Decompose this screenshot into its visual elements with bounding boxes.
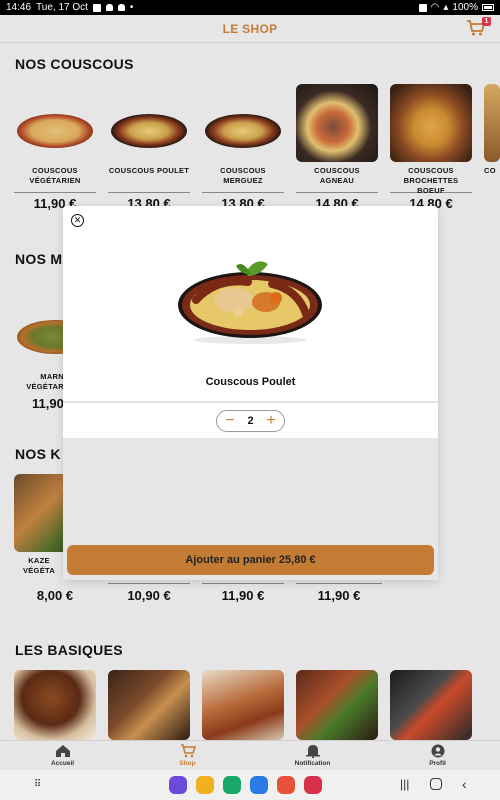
cart-icon xyxy=(180,744,196,758)
product-image xyxy=(14,290,64,368)
product-price-k2: 10,90 € xyxy=(127,588,171,603)
product-image xyxy=(14,670,96,740)
gallery-notification-icon xyxy=(92,3,101,12)
section-title-couscous: NOS COUSCOUS xyxy=(15,56,134,72)
product-card-couscous-merguez[interactable]: COUSCOUS MERGUEZ 13,80 € xyxy=(202,84,284,211)
nav-item-notification[interactable]: Notification xyxy=(250,741,375,770)
nav-label: Profil xyxy=(429,760,446,767)
product-price-kaze: 8,00 € xyxy=(36,588,74,603)
nav-item-shop[interactable]: Shop xyxy=(125,741,250,770)
product-card-basics-1[interactable] xyxy=(14,670,96,740)
notification-icon xyxy=(105,4,113,11)
back-icon[interactable]: ‹ xyxy=(462,776,467,792)
cart-button[interactable]: 1 xyxy=(466,17,491,39)
product-card-basics-5[interactable] xyxy=(390,670,472,740)
couscous-plate-icon xyxy=(178,261,322,344)
phone-app-icon[interactable] xyxy=(223,776,241,794)
dish-image xyxy=(176,250,324,346)
product-image xyxy=(390,84,472,162)
bell-icon xyxy=(305,745,320,758)
add-to-cart-button[interactable]: Ajouter au panier 25,80 € xyxy=(67,545,434,575)
wifi-icon: ◠ xyxy=(430,2,440,13)
nav-item-accueil[interactable]: Accueil xyxy=(0,741,125,770)
product-name: CO xyxy=(484,166,496,175)
battery-level: 100% xyxy=(452,2,478,13)
status-time: 14:46 xyxy=(6,2,32,13)
product-card-couscous-agneau[interactable]: COUSCOUS AGNEAU 14,80 € xyxy=(296,84,378,211)
nav-label: Shop xyxy=(179,760,196,767)
home-icon xyxy=(55,745,70,757)
files-app-icon[interactable] xyxy=(196,776,214,794)
dock-apps xyxy=(169,776,322,794)
bottom-nav: Accueil Shop Notification Profil xyxy=(0,740,500,770)
product-image xyxy=(296,670,378,740)
product-image xyxy=(202,670,284,740)
product-name: COUSCOUS MERGUEZ xyxy=(220,166,266,185)
signal-icon: ▴ xyxy=(443,2,449,13)
contacts-app-icon[interactable] xyxy=(277,776,295,794)
product-image xyxy=(390,670,472,740)
product-image xyxy=(14,84,96,162)
product-name: COUSCOUS AGNEAU xyxy=(314,166,360,185)
section-title-basics: LES BASIQUES xyxy=(15,642,123,658)
product-image xyxy=(108,84,190,162)
cart-count-badge: 1 xyxy=(482,17,491,26)
product-name: KAZE VÉGÉTA xyxy=(22,556,56,575)
notification-icon-2 xyxy=(117,4,125,11)
quantity-stepper: − 2 + xyxy=(216,410,285,432)
product-price-k3: 11,90 € xyxy=(221,588,265,603)
product-card-basics-4[interactable] xyxy=(296,670,378,740)
decrease-quantity-button[interactable]: − xyxy=(223,413,237,429)
status-date: Tue, 17 Oct xyxy=(36,2,88,13)
increase-quantity-button[interactable]: + xyxy=(264,413,278,429)
section-title-second: NOS M xyxy=(15,251,63,267)
product-price-k4: 11,90 € xyxy=(317,588,361,603)
more-notifications-dot-icon: • xyxy=(129,2,134,13)
product-card-marn-vegetarien[interactable]: MARN VÉGÉTAR 11,90 xyxy=(14,290,64,411)
product-name: COUSCOUS VÉGÉTARIEN xyxy=(29,166,81,185)
quantity-value: 2 xyxy=(247,415,254,427)
cast-icon xyxy=(418,3,427,12)
product-card-couscous-vegetarien[interactable]: COUSCOUS VÉGÉTARIEN 11,90 € xyxy=(14,84,96,211)
page-title: LE SHOP xyxy=(222,21,278,36)
browser-app-icon[interactable] xyxy=(169,776,187,794)
product-card-basics-3[interactable] xyxy=(202,670,284,740)
battery-icon xyxy=(482,4,494,11)
product-name: COUSCOUS POULET xyxy=(108,166,190,175)
product-card-partial[interactable]: CO xyxy=(484,84,500,190)
product-card-basics-2[interactable] xyxy=(108,670,190,740)
app-header: LE SHOP 1 xyxy=(0,15,500,43)
nav-item-profil[interactable]: Profil xyxy=(375,741,500,770)
product-price: 11,90 xyxy=(32,396,64,411)
section-title-third: NOS K xyxy=(15,446,61,462)
product-image xyxy=(108,670,190,740)
profile-icon xyxy=(431,744,444,758)
recents-icon[interactable]: ||| xyxy=(400,777,409,791)
product-image xyxy=(296,84,378,162)
nav-label: Accueil xyxy=(50,760,75,767)
messages-app-icon[interactable] xyxy=(250,776,268,794)
product-modal: ✕ Couscous Poulet − 2 + Ajouter au panie… xyxy=(63,206,438,580)
product-card-couscous-brochettes-boeuf[interactable]: COUSCOUS BROCHETTES BOEUF 14,80 € xyxy=(390,84,472,211)
product-card-couscous-poulet[interactable]: COUSCOUS POULET 13,80 € xyxy=(108,84,190,211)
product-card-kaze-vegeta[interactable]: KAZE VÉGÉTA xyxy=(14,474,64,580)
product-name: MARN VÉGÉTAR xyxy=(26,372,64,391)
app-drawer-icon[interactable]: ⠿ xyxy=(34,779,41,790)
product-name: COUSCOUS BROCHETTES BOEUF xyxy=(403,166,459,195)
product-image xyxy=(14,474,64,552)
status-bar: 14:46 Tue, 17 Oct • ◠ ▴ 100% xyxy=(0,0,500,15)
close-button[interactable]: ✕ xyxy=(71,214,84,227)
camera-app-icon[interactable] xyxy=(304,776,322,794)
product-image xyxy=(202,84,284,162)
home-button-icon[interactable] xyxy=(430,778,442,790)
modal-dish-name: Couscous Poulet xyxy=(205,376,296,388)
nav-label: Notification xyxy=(294,760,331,767)
close-icon: ✕ xyxy=(73,215,82,225)
product-image xyxy=(484,84,500,162)
